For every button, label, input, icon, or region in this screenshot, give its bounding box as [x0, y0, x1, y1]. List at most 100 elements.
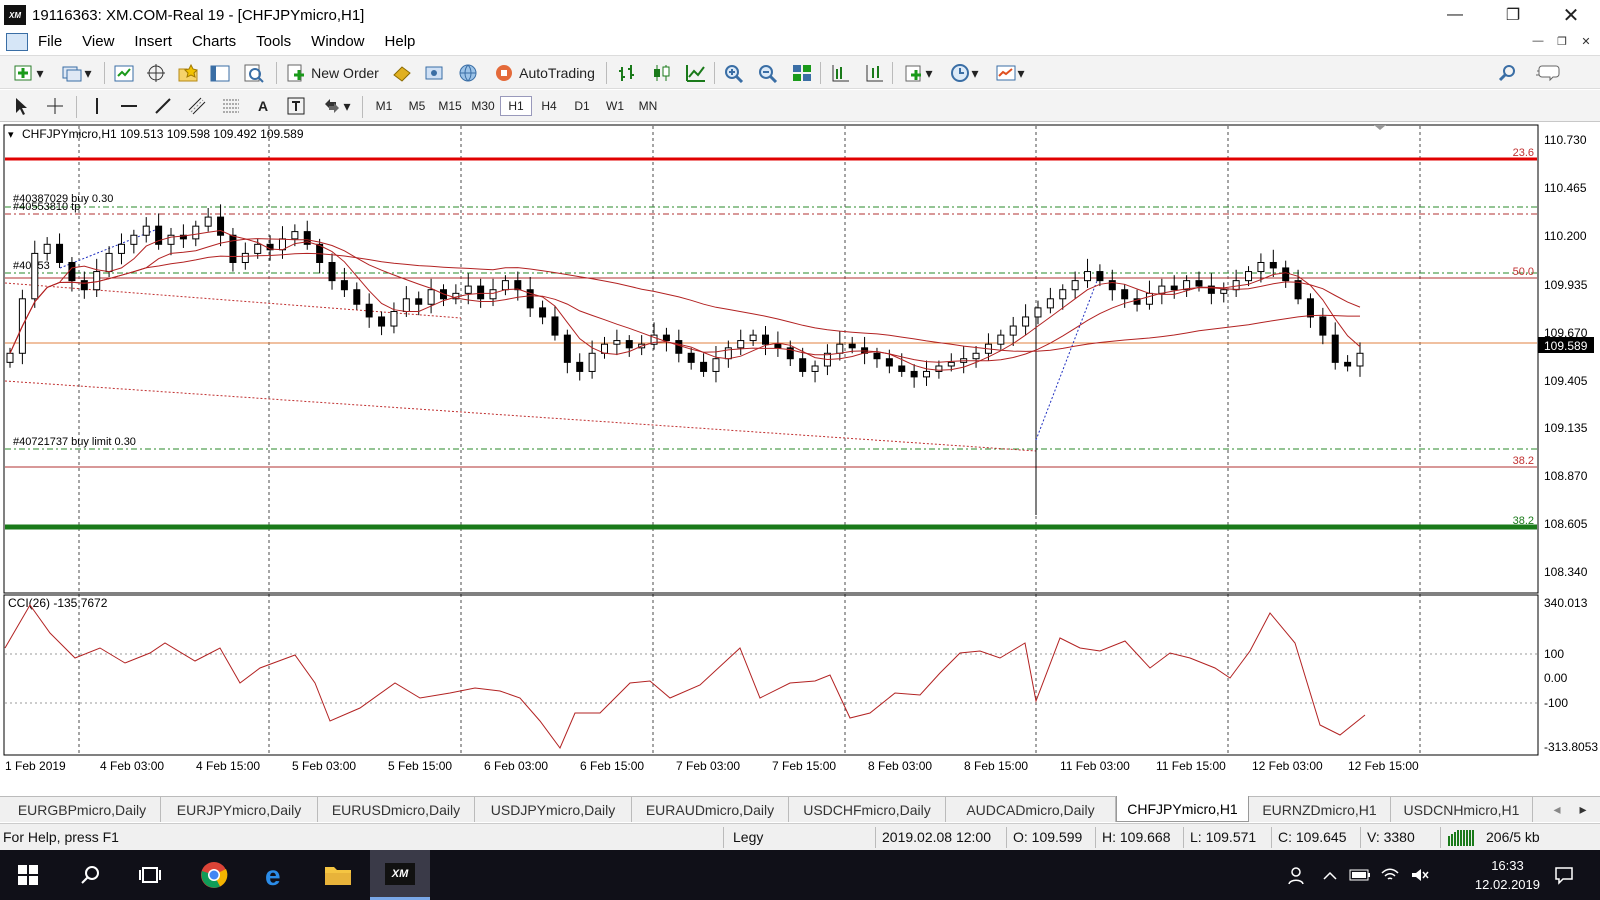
- menu-charts[interactable]: Charts: [182, 30, 246, 54]
- standard-toolbar: ▾ ▾ New Order AutoTrading ▾ ▾ ▾: [0, 55, 1600, 89]
- tab-usdjpy[interactable]: USDJPYmicro,Daily: [475, 797, 632, 822]
- tab-usdchf[interactable]: USDCHFmicro,Daily: [789, 797, 946, 822]
- candle: [192, 225, 200, 240]
- tab-audcad[interactable]: AUDCADmicro,Daily: [946, 797, 1116, 822]
- candle: [241, 252, 249, 263]
- tab-eurjpy[interactable]: EURJPYmicro,Daily: [161, 797, 318, 822]
- time-tick: 7 Feb 15:00: [772, 759, 836, 773]
- search-taskbar-button[interactable]: [62, 850, 118, 900]
- cursor-tool[interactable]: [8, 94, 34, 118]
- timeframe-m1[interactable]: M1: [368, 96, 400, 116]
- new-chart-icon: [14, 65, 32, 81]
- crosshair-tool[interactable]: [42, 94, 68, 118]
- new-order-icon: [287, 64, 305, 82]
- zoom-in-button[interactable]: [720, 61, 748, 85]
- file-explorer-taskbar-button[interactable]: [308, 850, 368, 900]
- timeframe-m5[interactable]: M5: [401, 96, 433, 116]
- time-tick: 1 Feb 2019: [5, 759, 66, 773]
- new-chart-button[interactable]: ▾: [8, 61, 48, 85]
- chrome-taskbar-button[interactable]: [184, 850, 244, 900]
- minimize-icon[interactable]: —: [1426, 0, 1484, 30]
- taskbar-clock[interactable]: 16:33 12.02.2019: [1475, 856, 1540, 894]
- search-button[interactable]: [1494, 61, 1522, 85]
- menu-tools[interactable]: Tools: [246, 30, 301, 54]
- experts-button[interactable]: [420, 61, 448, 85]
- signals-button[interactable]: [454, 61, 482, 85]
- task-view-button[interactable]: [122, 850, 178, 900]
- candle: [1059, 289, 1067, 300]
- volume-muted-icon[interactable]: [1406, 850, 1434, 900]
- timeframe-mn[interactable]: MN: [632, 96, 664, 116]
- timeframe-m15[interactable]: M15: [434, 96, 466, 116]
- candle: [923, 370, 931, 378]
- menu-file[interactable]: File: [28, 30, 72, 54]
- indicators-button[interactable]: ▾: [898, 61, 938, 85]
- periods-button[interactable]: ▾: [944, 61, 984, 85]
- strategy-tester-button[interactable]: [240, 61, 268, 85]
- status-profile[interactable]: Legy: [733, 829, 763, 845]
- drawing-toolbar: A ▾ M1 M5 M15 M30 H1 H4 D1 W1 MN: [0, 90, 1600, 122]
- mdi-minimize-icon[interactable]: —: [1528, 32, 1548, 50]
- metaeditor-button[interactable]: [388, 61, 416, 85]
- templates-button[interactable]: ▾: [990, 61, 1030, 85]
- timeframe-d1[interactable]: D1: [566, 96, 598, 116]
- text-tool[interactable]: A: [252, 94, 274, 118]
- mdi-close-icon[interactable]: ✕: [1576, 32, 1596, 50]
- start-button[interactable]: [0, 850, 56, 900]
- tab-chfjpy[interactable]: CHFJPYmicro,H1: [1116, 796, 1249, 822]
- timeframe-h1[interactable]: H1: [500, 96, 532, 116]
- menu-view[interactable]: View: [72, 30, 124, 54]
- bar-chart-button[interactable]: [614, 61, 642, 85]
- tab-euraud[interactable]: EURAUDmicro,Daily: [632, 797, 789, 822]
- notifications-button[interactable]: [1542, 850, 1586, 900]
- timeframe-h4[interactable]: H4: [533, 96, 565, 116]
- trendline-tool[interactable]: [150, 94, 176, 118]
- autotrading-button[interactable]: AutoTrading: [488, 61, 600, 85]
- candle: [1356, 352, 1364, 367]
- timeframe-w1[interactable]: W1: [599, 96, 631, 116]
- new-order-button[interactable]: New Order: [282, 61, 382, 85]
- candlestick-chart-button[interactable]: [648, 61, 676, 85]
- tab-eurgbp[interactable]: EURGBPmicro,Daily: [4, 797, 161, 822]
- maximize-icon[interactable]: ❐: [1484, 0, 1542, 30]
- vertical-line-tool[interactable]: [84, 94, 110, 118]
- chat-button[interactable]: [1530, 61, 1564, 85]
- terminal-button[interactable]: [206, 61, 234, 85]
- navigator-button[interactable]: [174, 61, 202, 85]
- menu-insert[interactable]: Insert: [124, 30, 182, 54]
- tile-windows-button[interactable]: [788, 61, 816, 85]
- price-chart[interactable]: 23.6 50.0 38.2 38.2 #40387029 buy 0.30 #…: [0, 123, 1600, 796]
- tray-expand-icon[interactable]: [1318, 850, 1342, 900]
- line-chart-button[interactable]: [682, 61, 710, 85]
- wifi-icon[interactable]: [1376, 850, 1404, 900]
- arrows-tool[interactable]: ▾: [316, 94, 356, 118]
- people-icon[interactable]: [1278, 850, 1314, 900]
- tab-scroll-left-icon[interactable]: ◂: [1546, 797, 1568, 822]
- tab-eurnzd[interactable]: EURNZDmicro,H1: [1249, 797, 1391, 822]
- menu-help[interactable]: Help: [375, 30, 426, 54]
- tab-usdcnh[interactable]: USDCNHmicro,H1: [1391, 797, 1533, 822]
- profiles-button[interactable]: ▾: [56, 61, 96, 85]
- zoom-out-button[interactable]: [754, 61, 782, 85]
- price-tick: 110.200: [1544, 229, 1587, 243]
- auto-scroll-button[interactable]: [860, 61, 888, 85]
- tab-eurusd[interactable]: EURUSDmicro,Daily: [318, 797, 475, 822]
- tab-scroll-right-icon[interactable]: ▸: [1572, 797, 1594, 822]
- market-watch-button[interactable]: [110, 61, 138, 85]
- close-icon[interactable]: ✕: [1542, 0, 1600, 30]
- horizontal-line-tool[interactable]: [116, 94, 142, 118]
- equidistant-channel-tool[interactable]: [184, 94, 210, 118]
- text-label-tool[interactable]: [284, 94, 308, 118]
- mdi-restore-icon[interactable]: ❐: [1552, 32, 1572, 50]
- fibonacci-tool[interactable]: [218, 94, 244, 118]
- edge-taskbar-button[interactable]: e: [246, 850, 306, 900]
- xm-taskbar-button[interactable]: XM: [370, 850, 430, 900]
- candle: [811, 365, 819, 372]
- data-window-button[interactable]: [142, 61, 170, 85]
- timeframe-m30[interactable]: M30: [467, 96, 499, 116]
- battery-icon[interactable]: [1346, 850, 1374, 900]
- chart-shift-button[interactable]: [826, 61, 854, 85]
- title-bar: XM 19116363: XM.COM-Real 19 - [CHFJPYmic…: [0, 0, 1600, 30]
- candle: [972, 352, 980, 360]
- menu-window[interactable]: Window: [301, 30, 374, 54]
